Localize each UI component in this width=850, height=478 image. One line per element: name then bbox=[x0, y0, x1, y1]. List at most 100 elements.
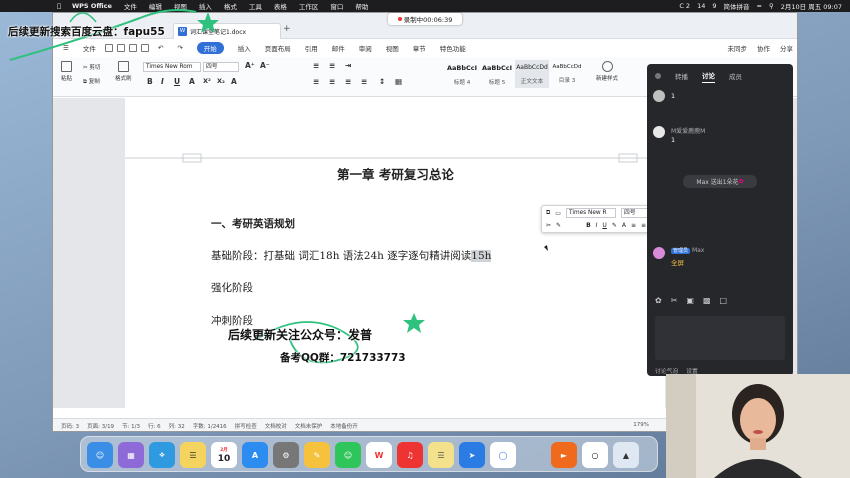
new-style-button[interactable]: 新建样式 bbox=[596, 61, 618, 82]
launchpad-icon[interactable]: ▦ bbox=[118, 442, 144, 468]
avatar[interactable] bbox=[653, 247, 665, 259]
apple-icon[interactable]:  bbox=[54, 2, 64, 10]
font-color-icon[interactable]: A bbox=[189, 77, 195, 86]
shrink-font-icon[interactable]: A⁻ bbox=[260, 61, 270, 70]
print-icon[interactable] bbox=[128, 44, 137, 52]
copy-icon[interactable]: ⧉ bbox=[546, 209, 550, 217]
maps-icon[interactable]: ▲ bbox=[613, 442, 639, 468]
tab-features[interactable]: 特色功能 bbox=[440, 43, 466, 53]
collab-button[interactable]: 协作 bbox=[757, 43, 770, 53]
hamburger-icon[interactable]: ☰ bbox=[63, 44, 69, 52]
menubar-item-view[interactable]: 视图 bbox=[174, 1, 187, 11]
italic-button[interactable]: I bbox=[161, 77, 164, 86]
flower-icon[interactable]: ✿ bbox=[655, 296, 662, 305]
screenshot-icon[interactable]: ▩ bbox=[703, 296, 711, 305]
tab-chapter[interactable]: 章节 bbox=[413, 43, 426, 53]
file-menu[interactable]: 文件 bbox=[83, 43, 96, 53]
float-highlight-icon[interactable]: ✎ bbox=[612, 222, 617, 229]
backup-status[interactable]: 本地备份开 bbox=[330, 422, 358, 430]
spell-check-toggle[interactable]: 拼写检查 bbox=[235, 422, 257, 430]
chat-close-dot-icon[interactable] bbox=[655, 73, 661, 79]
style-toc-3[interactable]: AaBbCcDd 目录 3 bbox=[550, 60, 584, 88]
undo-icon[interactable]: ↶ bbox=[158, 44, 163, 52]
style-heading-4[interactable]: AaBbCcI 标题 4 bbox=[445, 60, 479, 88]
float-font-select[interactable]: Times New R bbox=[565, 208, 616, 218]
size-select[interactable]: 四号 bbox=[203, 62, 239, 72]
status-9[interactable]: 9 bbox=[712, 2, 716, 10]
menubar-item-workspace[interactable]: 工作区 bbox=[299, 1, 319, 11]
menubar-app-name[interactable]: WPS Office bbox=[72, 2, 112, 10]
format-painter-button[interactable]: 格式刷 bbox=[115, 61, 132, 82]
menubar-item-help[interactable]: 帮助 bbox=[355, 1, 368, 11]
align-center-icon[interactable]: ≡ bbox=[329, 77, 335, 86]
redo-icon[interactable]: ↷ bbox=[177, 44, 182, 52]
float-font-color-icon[interactable]: A bbox=[622, 222, 626, 229]
float-list-icon[interactable]: ≡ bbox=[641, 222, 646, 229]
tencent-meeting-icon[interactable]: ◯ bbox=[490, 442, 516, 468]
justify-icon[interactable]: ≡ bbox=[361, 77, 367, 86]
netease-music-icon[interactable]: ♫ bbox=[397, 442, 423, 468]
wechat-icon[interactable]: ☺ bbox=[335, 442, 361, 468]
tab-view[interactable]: 视图 bbox=[386, 43, 399, 53]
safari-icon[interactable]: ⟡ bbox=[149, 442, 175, 468]
search-icon[interactable]: ⚲ bbox=[769, 2, 774, 10]
new-tab-plus-icon[interactable]: + bbox=[283, 24, 291, 34]
classroom-app-icon[interactable]: ► bbox=[551, 442, 577, 468]
document-tab[interactable]: W 词汇课堂笔记1.docx bbox=[173, 23, 281, 39]
selected-text[interactable]: 15h bbox=[471, 250, 492, 262]
recording-indicator[interactable]: 录制中00:06:39 bbox=[388, 13, 462, 25]
chat-tab-relay[interactable]: 转播 bbox=[675, 71, 688, 81]
borders-icon[interactable]: ▦ bbox=[395, 77, 402, 86]
bold-button[interactable]: B bbox=[147, 77, 153, 86]
float-brush-icon[interactable]: ✎ bbox=[556, 222, 561, 229]
menubar-item-insert[interactable]: 插入 bbox=[199, 1, 212, 11]
sync-button[interactable]: 未同步 bbox=[728, 43, 748, 53]
float-italic-button[interactable]: I bbox=[596, 222, 598, 229]
system-settings-icon[interactable]: ⚙ bbox=[273, 442, 299, 468]
align-right-icon[interactable]: ≡ bbox=[345, 77, 351, 86]
style-body-text[interactable]: AaBbCcDd 正文文本 bbox=[515, 60, 549, 88]
tab-page-layout[interactable]: 页面布局 bbox=[265, 43, 291, 53]
protect-status[interactable]: 文档未保护 bbox=[295, 422, 323, 430]
highlight-icon[interactable]: A bbox=[231, 77, 237, 86]
status-words[interactable]: 字数: 1/2416 bbox=[193, 422, 227, 430]
style-heading-5[interactable]: AaBbCcI 标题 5 bbox=[480, 60, 514, 88]
pencil-app-icon[interactable]: ✎ bbox=[304, 442, 330, 468]
menubar-item-edit[interactable]: 编辑 bbox=[149, 1, 162, 11]
avatar[interactable] bbox=[653, 90, 665, 102]
proofread-button[interactable]: 文档校对 bbox=[265, 422, 287, 430]
image-icon[interactable]: ▣ bbox=[686, 296, 694, 305]
chat-tab-members[interactable]: 成员 bbox=[729, 71, 742, 81]
clock[interactable]: 2月10日 周五 09:07 bbox=[781, 1, 842, 11]
tab-start[interactable]: 开始 bbox=[196, 42, 224, 54]
bullet-list-icon[interactable]: ≡ bbox=[313, 61, 319, 70]
superscript-icon[interactable]: X² bbox=[203, 77, 211, 85]
notes-icon[interactable]: ☰ bbox=[180, 442, 206, 468]
status-c[interactable]: C 2 bbox=[679, 2, 690, 10]
float-bold-button[interactable]: B bbox=[586, 222, 591, 229]
feishu-icon[interactable]: ➤ bbox=[459, 442, 485, 468]
menubar-item-format[interactable]: 格式 bbox=[224, 1, 237, 11]
align-left-icon[interactable]: ≡ bbox=[313, 77, 319, 86]
message-icon[interactable]: □ bbox=[720, 296, 728, 305]
tab-mail[interactable]: 邮件 bbox=[332, 43, 345, 53]
grow-font-icon[interactable]: A⁺ bbox=[245, 61, 255, 70]
font-select[interactable]: Times New Rom bbox=[143, 62, 201, 72]
menubar-item-table[interactable]: 表格 bbox=[274, 1, 287, 11]
export-icon[interactable] bbox=[116, 44, 125, 52]
calendar-icon[interactable]: 2月 10 bbox=[211, 442, 237, 468]
indent-icon[interactable]: ⇥ bbox=[345, 61, 351, 70]
qq-icon[interactable]: ○ bbox=[582, 442, 608, 468]
zoom-level[interactable]: 179% bbox=[633, 422, 649, 428]
copy-button[interactable]: ⧉ 复制 bbox=[83, 77, 100, 86]
chat-tab-discussion[interactable]: 讨论 bbox=[702, 70, 715, 83]
tab-review[interactable]: 审阅 bbox=[359, 43, 372, 53]
avatar[interactable] bbox=[653, 126, 665, 138]
numbered-list-icon[interactable]: ≡ bbox=[329, 61, 335, 70]
menubar-item-tools[interactable]: 工具 bbox=[249, 1, 262, 11]
line-spacing-icon[interactable]: ↕ bbox=[379, 77, 385, 86]
status-14[interactable]: 14 bbox=[697, 2, 705, 10]
preview-icon[interactable] bbox=[140, 44, 149, 52]
input-method[interactable]: 简体拼音 bbox=[724, 1, 750, 11]
underline-button[interactable]: U bbox=[174, 77, 180, 86]
